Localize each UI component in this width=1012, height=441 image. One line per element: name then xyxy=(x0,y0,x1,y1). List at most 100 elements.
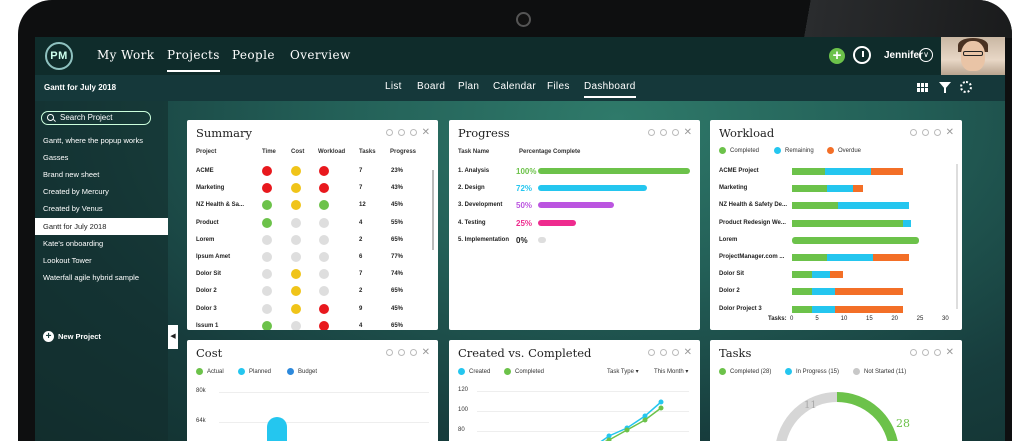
gear-icon[interactable] xyxy=(397,129,405,136)
nav-my-work[interactable]: My Work xyxy=(97,48,154,62)
sidebar-item[interactable]: Gantt, where the popup works xyxy=(35,132,168,149)
time-status-dot xyxy=(262,217,272,228)
tab-board[interactable]: Board xyxy=(417,81,445,92)
overdue-segment xyxy=(852,185,863,193)
gear-icon[interactable] xyxy=(397,349,405,356)
scrollbar[interactable] xyxy=(432,170,434,250)
search-icon[interactable] xyxy=(909,129,917,136)
sidebar-item[interactable]: Created by Mercury xyxy=(35,183,168,200)
info-icon[interactable] xyxy=(671,129,679,136)
task-count: 9 xyxy=(359,305,363,312)
overdue-segment xyxy=(873,254,909,261)
new-project-button[interactable]: + New Project xyxy=(43,331,101,342)
workload-row-name: ACME Project xyxy=(719,168,759,174)
sidebar-item[interactable]: Created by Venus xyxy=(35,200,168,217)
column-header: Cost xyxy=(291,149,305,155)
column-header: Task Name xyxy=(458,149,490,155)
completed-segment xyxy=(792,254,828,261)
cost-panel: Cost ✕ Actual Planned Budget 80k 64k xyxy=(187,340,438,441)
nav-overview[interactable]: Overview xyxy=(290,48,351,62)
task-count: 12 xyxy=(359,202,366,209)
chevron-down-icon[interactable]: ∨ xyxy=(919,48,933,62)
app-logo[interactable]: PM xyxy=(45,42,73,70)
completed-segment xyxy=(792,202,838,210)
sidebar-item[interactable]: Kate's onboarding xyxy=(35,235,168,252)
x-tick: 20 xyxy=(891,316,899,322)
collapse-sidebar-button[interactable]: ◀ xyxy=(168,325,178,349)
close-icon[interactable]: ✕ xyxy=(422,348,430,358)
timer-icon[interactable] xyxy=(853,46,871,64)
progress-panel: Progress ✕ Task Name Percentage Complete… xyxy=(449,120,700,330)
completed-line xyxy=(604,407,662,441)
y-tick: 64k xyxy=(196,418,206,424)
created-line xyxy=(600,401,662,441)
tab-files[interactable]: Files xyxy=(547,81,570,92)
gear-icon[interactable] xyxy=(921,129,929,136)
nav-people[interactable]: People xyxy=(232,48,275,62)
project-name: Product xyxy=(196,219,219,226)
cost-status-dot xyxy=(291,234,301,245)
laptop-device: PM My Work Projects People Overview + Je… xyxy=(0,0,1012,441)
workload-status-dot xyxy=(319,303,329,314)
gear-icon[interactable] xyxy=(960,81,972,93)
search-input[interactable]: Search Project xyxy=(41,111,151,125)
cost-status-dot xyxy=(291,166,301,176)
cost-status-dot xyxy=(291,200,301,211)
cost-status-dot xyxy=(291,183,301,194)
overdue-segment xyxy=(870,168,904,175)
created-completed-lines xyxy=(600,399,664,441)
tasks-donut xyxy=(776,391,898,441)
x-tick: 10 xyxy=(840,316,848,322)
sidebar-item[interactable]: Waterfall agile hybrid sample xyxy=(35,269,168,286)
info-icon[interactable] xyxy=(409,349,417,356)
summary-panel: Summary ✕ Project Time Cost Workload Tas… xyxy=(187,120,438,330)
avatar[interactable] xyxy=(941,37,1005,75)
overdue-segment xyxy=(830,271,843,279)
search-icon[interactable] xyxy=(647,129,655,136)
completed-segment xyxy=(792,185,828,193)
workload-status-dot xyxy=(319,217,329,228)
sidebar-item[interactable]: Gasses xyxy=(35,149,168,166)
grid-view-icon[interactable] xyxy=(917,83,929,92)
search-icon[interactable] xyxy=(385,349,393,356)
tab-plan[interactable]: Plan xyxy=(458,81,479,92)
user-name[interactable]: Jennifer xyxy=(884,50,923,61)
remaining-segment xyxy=(837,202,909,210)
percent-label: 100% xyxy=(516,167,537,176)
percent-label: 0% xyxy=(516,235,528,245)
cost-status-dot xyxy=(291,269,301,280)
sidebar-item[interactable]: Lookout Tower xyxy=(35,252,168,269)
scrollbar[interactable] xyxy=(956,164,958,309)
completed-segment xyxy=(792,219,904,227)
progress-value: 77% xyxy=(391,254,404,260)
close-icon[interactable]: ✕ xyxy=(946,128,954,138)
column-header: Time xyxy=(262,149,276,155)
x-tick: 0 xyxy=(790,316,794,322)
workload-row-name: Dolor Project 3 xyxy=(719,305,762,312)
task-count: 6 xyxy=(359,254,363,260)
project-name: Dolor Sit xyxy=(196,271,221,278)
panel-title: Summary xyxy=(196,126,252,140)
close-icon[interactable]: ✕ xyxy=(684,128,692,138)
tab-list[interactable]: List xyxy=(385,81,402,92)
nav-projects[interactable]: Projects xyxy=(167,48,220,72)
workload-status-dot xyxy=(319,183,329,194)
tab-calendar[interactable]: Calendar xyxy=(493,81,536,92)
time-status-dot xyxy=(262,320,272,330)
sidebar-item-active[interactable]: Gantt for July 2018 xyxy=(35,218,168,235)
progress-bar xyxy=(538,236,546,243)
search-icon[interactable] xyxy=(385,129,393,136)
cost-status-dot xyxy=(291,252,301,262)
filter-icon[interactable] xyxy=(939,82,951,93)
close-icon[interactable]: ✕ xyxy=(422,128,430,138)
add-icon[interactable]: + xyxy=(829,48,845,64)
gear-icon[interactable] xyxy=(659,129,667,136)
panel-title: Workload xyxy=(719,126,775,140)
sidebar-item[interactable]: Brand new sheet xyxy=(35,166,168,183)
project-sidebar: Search Project Gantt, where the popup wo… xyxy=(35,101,168,441)
info-icon[interactable] xyxy=(409,129,417,136)
info-icon[interactable] xyxy=(933,129,941,136)
task-name: 3. Development xyxy=(458,202,503,209)
tab-dashboard[interactable]: Dashboard xyxy=(584,81,636,98)
progress-value: 55% xyxy=(391,219,404,226)
